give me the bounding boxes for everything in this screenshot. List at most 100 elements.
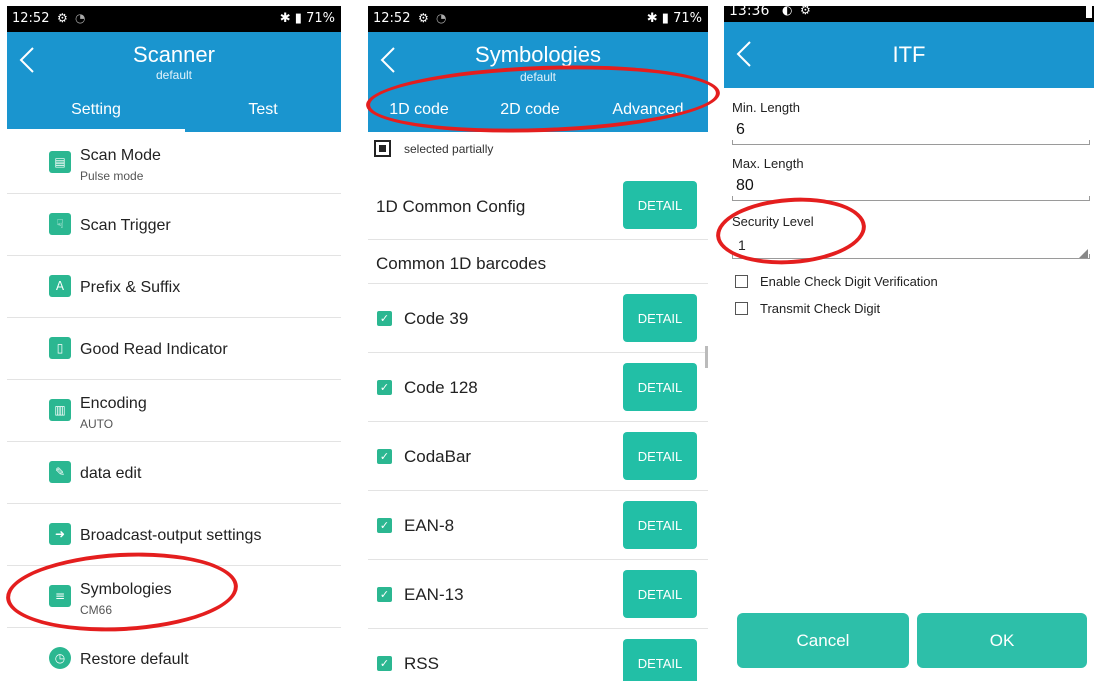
max-length-label: Max. Length [732,156,804,171]
list-item-prefix-suffix[interactable]: A Prefix & Suffix [7,256,341,318]
scrollbar[interactable] [705,346,708,368]
list-item-title: Scan Trigger [80,217,171,234]
min-length-label: Min. Length [732,100,800,115]
checkbox-checked-icon[interactable]: ✓ [377,449,392,464]
barcode-row-code128: ✓ Code 128 DETAIL [368,353,708,422]
list-item-scan-trigger[interactable]: ☟ Scan Trigger [7,194,341,256]
legend-text: selected partially [404,142,494,156]
barcode-label: Code 39 [404,309,469,328]
page-title: ITF [892,42,926,67]
detail-button[interactable]: DETAIL [623,570,697,618]
page-title: Scanner [133,42,215,67]
checkbox-checked-icon[interactable]: ✓ [377,380,392,395]
edit-icon: ✎ [49,461,71,483]
common-config-label: 1D Common Config [376,197,526,216]
status-time: 12:52 [12,11,50,26]
detail-button[interactable]: DETAIL [623,363,697,411]
list-item-title: Restore default [80,651,189,668]
tab-setting[interactable]: Setting [7,90,185,132]
detail-button[interactable]: DETAIL [623,432,697,480]
battery-icon: ▮ [294,11,302,26]
gear-icon: ⚙ [800,6,811,17]
checkbox-checked-icon[interactable]: ✓ [377,656,392,671]
status-right: ✱ ▮ 71% [280,11,335,26]
detail-button[interactable]: DETAIL [623,181,697,229]
check-digit-verification-checkbox[interactable] [735,275,748,288]
sync-icon: ◐ [782,6,793,17]
page-subtitle: default [155,68,193,82]
wifi-icon: ◔ [75,11,86,25]
gear-icon: ⚙ [418,11,429,25]
list-item-title: data edit [80,465,142,482]
section-header: Common 1D barcodes [368,240,708,284]
status-bar: 12:52 ⚙ ◔ ✱ ▮ 71% [368,6,708,32]
itf-settings-screen: 13:36 ◐ ⚙ ITF Min. Length 6 Max. Length … [724,6,1094,681]
transmit-check-digit-label: Transmit Check Digit [760,301,881,316]
dropdown-arrow-icon[interactable] [1079,249,1088,258]
barcode-label: Code 128 [404,378,478,397]
detail-button[interactable]: DETAIL [623,294,697,342]
battery-level: 71% [673,11,702,26]
detail-button[interactable]: DETAIL [623,501,697,549]
barcode-icon: ▥ [49,399,71,421]
gear-icon: ⚙ [57,11,68,25]
list-item-restore-default[interactable]: ◷ Restore default [7,628,341,681]
text-format-icon: A [49,275,71,297]
list-item-title: Good Read Indicator [80,341,228,358]
cancel-button[interactable]: Cancel [737,613,909,668]
list-item-subtitle: AUTO [80,417,114,431]
bluetooth-icon: ✱ [646,11,658,26]
battery-level: 71% [306,11,335,26]
wifi-icon: ◔ [436,11,447,25]
barcode-row-ean13: ✓ EAN-13 DETAIL [368,560,708,629]
clock-icon: ◷ [49,647,71,669]
export-icon: ➜ [49,523,71,545]
status-right: ✱ ▮ 71% [647,11,702,26]
list-item-scan-mode[interactable]: ▤ Scan Mode Pulse mode [7,132,341,194]
transmit-check-digit-checkbox[interactable] [735,302,748,315]
status-bar: 12:52 ⚙ ◔ ✱ ▮ 71% [7,6,341,32]
list-item-title: Encoding [80,395,147,412]
bluetooth-icon: ✱ [279,11,291,26]
list-item-data-edit[interactable]: ✎ data edit [7,442,341,504]
barcode-row-code39: ✓ Code 39 DETAIL [368,284,708,353]
trigger-icon: ☟ [49,213,71,235]
status-time: 13:36 [729,6,770,19]
barcode-row-ean8: ✓ EAN-8 DETAIL [368,491,708,560]
ok-button[interactable]: OK [917,613,1087,668]
barcode-scan-icon: ▤ [49,151,71,173]
list-item-subtitle: Pulse mode [80,169,144,183]
tab-bar: Setting Test [7,90,341,132]
phone-notification-icon: ▯ [49,337,71,359]
checkbox-checked-icon[interactable]: ✓ [377,311,392,326]
section-title: Common 1D barcodes [376,254,547,273]
checkbox-checked-icon[interactable]: ✓ [377,518,392,533]
min-length-underline [732,140,1090,145]
list-item-title: Prefix & Suffix [80,279,181,296]
list-item-encoding[interactable]: ▥ Encoding AUTO [7,380,341,442]
partial-checkbox-icon [374,140,391,157]
battery-icon: ▮ [661,11,669,26]
list-item-good-read[interactable]: ▯ Good Read Indicator [7,318,341,380]
page-title: Symbologies [475,42,601,67]
detail-button[interactable]: DETAIL [623,639,697,681]
app-bar: Scanner default [7,32,341,90]
common-config-row: 1D Common Config DETAIL [368,170,708,240]
partial-selection-legend: selected partially [368,132,708,170]
battery-icon [1086,6,1092,18]
barcode-row-codabar: ✓ CodaBar DETAIL [368,422,708,491]
status-bar: 13:36 ◐ ⚙ [724,6,1094,22]
checkbox-checked-icon[interactable]: ✓ [377,587,392,602]
min-length-field[interactable]: 6 [736,121,745,139]
max-length-field[interactable]: 80 [736,177,754,195]
check-digit-verification-label: Enable Check Digit Verification [760,274,938,289]
barcode-label: EAN-8 [404,516,455,535]
barcode-label: CodaBar [404,447,472,466]
barcode-label: RSS [404,654,439,673]
status-time: 12:52 [373,11,411,26]
tab-test[interactable]: Test [185,90,341,132]
barcode-label: EAN-13 [404,585,464,604]
app-bar: ITF [724,22,1094,88]
list-item-title: Scan Mode [80,147,161,164]
list-item-title: Broadcast-output settings [80,527,262,544]
